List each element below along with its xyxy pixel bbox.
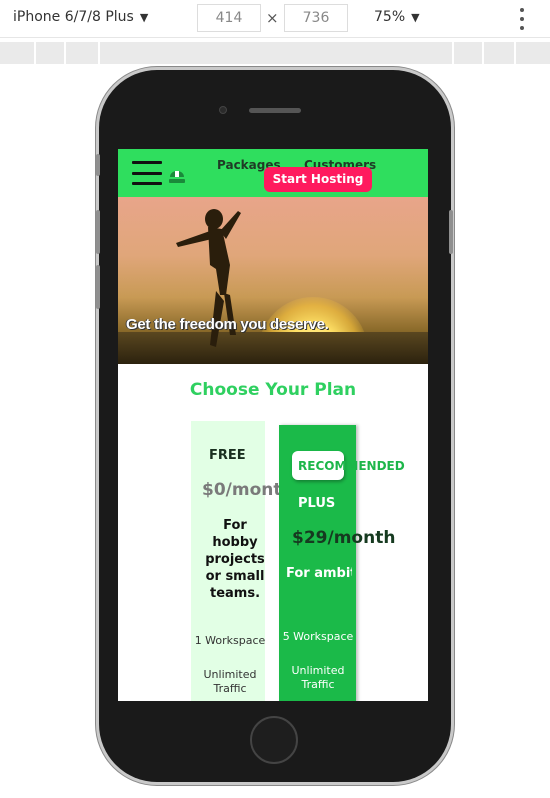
device-select[interactable]: iPhone 6/7/8 Plus ▼ (13, 9, 148, 25)
plus-plan-description: For ambitious projects. (286, 566, 352, 581)
hero-banner: Get the freedom you deserve. (118, 197, 428, 364)
free-plan-name: FREE (209, 448, 246, 463)
site-navbar: Packages Customers Start Hosting (118, 149, 428, 197)
plus-plan-price: $29/month (292, 528, 396, 548)
plans-heading: Choose Your Plan (189, 380, 357, 400)
volume-up-button (96, 210, 100, 254)
mute-switch (96, 154, 100, 176)
device-caret-icon: ▼ (139, 10, 149, 24)
zoom-select[interactable]: 75% ▼ (374, 9, 420, 25)
plus-plan-feature: 5 Workspace (282, 630, 354, 643)
height-input[interactable]: 736 (284, 4, 348, 32)
media-query-bar[interactable] (0, 42, 550, 64)
zoom-value: 75% (374, 9, 406, 25)
hamburger-menu-icon[interactable] (132, 161, 162, 185)
recommended-badge-label: RECOMMENDED (298, 459, 405, 473)
device-name: iPhone 6/7/8 Plus (13, 9, 134, 25)
devtools-toolbar: iPhone 6/7/8 Plus ▼ 414 × 736 75% ▼ (0, 0, 550, 38)
volume-down-button (96, 265, 100, 309)
plus-plan-name: PLUS (298, 496, 336, 511)
dimension-times-icon: × (266, 9, 279, 27)
earpiece-speaker (249, 108, 301, 113)
zoom-caret-icon: ▼ (411, 10, 420, 24)
hero-tagline: Get the freedom you deserve. (126, 316, 329, 333)
home-button (250, 716, 298, 764)
more-options-icon[interactable] (514, 6, 530, 32)
device-screen: Packages Customers Start Hosting Get the… (118, 149, 428, 701)
free-plan-description: For hobby projects or small teams. (205, 518, 265, 601)
start-hosting-button[interactable]: Start Hosting (264, 167, 372, 192)
plus-plan-feature: Unlimited Traffic (291, 664, 345, 691)
free-plan-feature: 1 Workspace (194, 634, 266, 647)
site-logo-icon[interactable] (167, 163, 187, 185)
power-button (449, 210, 453, 254)
width-input[interactable]: 414 (197, 4, 261, 32)
front-camera (219, 106, 227, 114)
free-plan-feature: Unlimited Traffic (203, 668, 257, 695)
